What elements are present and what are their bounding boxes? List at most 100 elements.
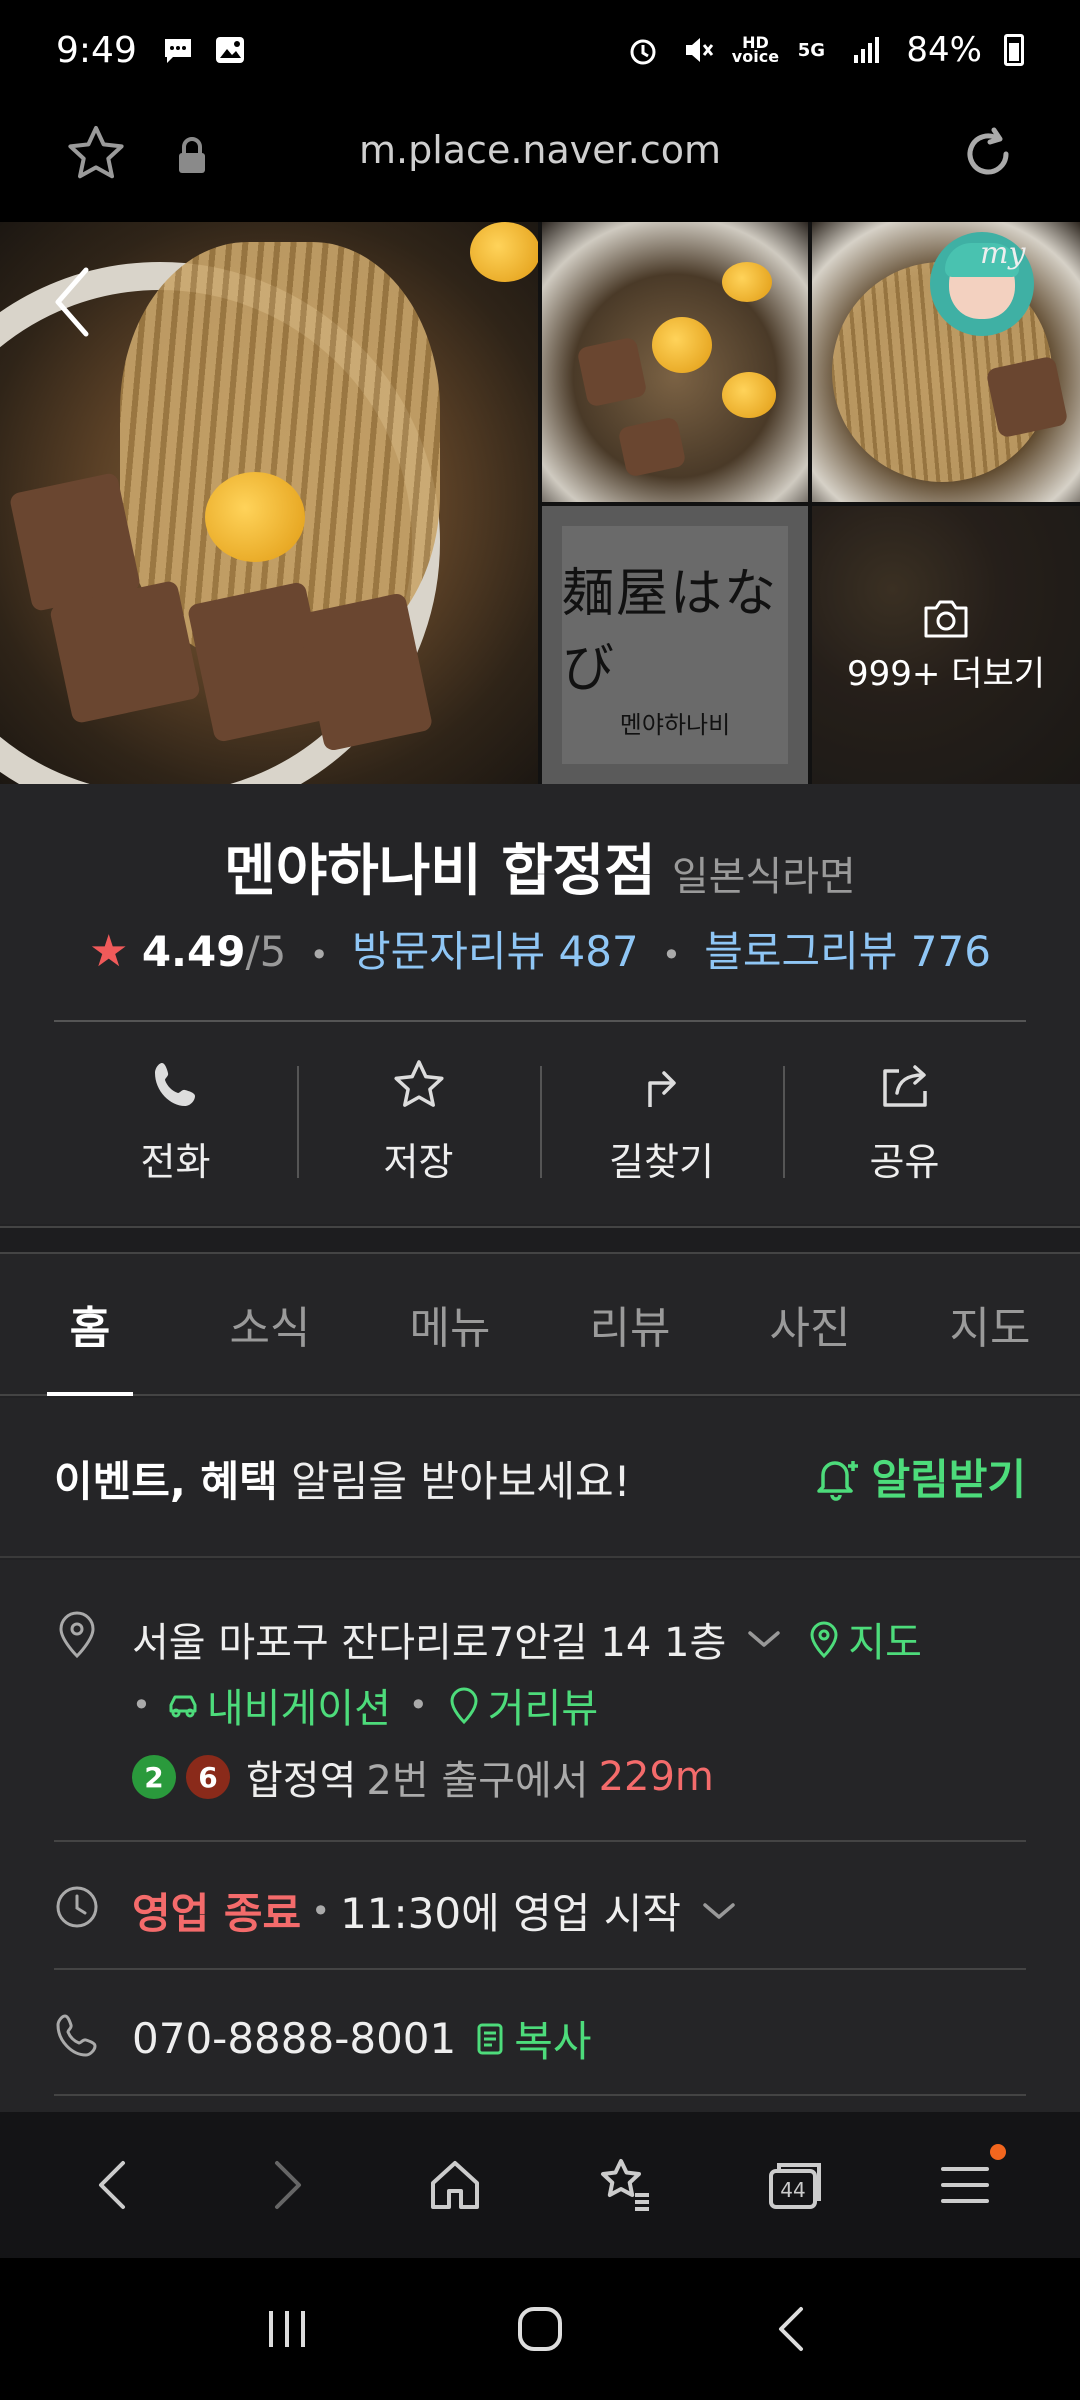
tab-photo[interactable]: 사진 [720, 1254, 900, 1394]
directions-icon [647, 1070, 676, 1107]
system-back-icon[interactable] [765, 2301, 821, 2357]
recent-apps-icon[interactable] [259, 2301, 315, 2357]
tab-news[interactable]: 소식 [180, 1254, 360, 1394]
exit-text: 2번 출구에서 [366, 1758, 589, 1804]
tab-map[interactable]: 지도 [900, 1254, 1080, 1394]
clock-icon [56, 1886, 98, 1928]
chevron-down-icon[interactable] [744, 1625, 784, 1653]
camera-icon [924, 600, 968, 637]
tab-review[interactable]: 리뷰 [540, 1254, 720, 1394]
call-label: 전화 [140, 1139, 211, 1184]
save-button[interactable]: 저장 [297, 1046, 540, 1196]
home-icon [431, 2161, 479, 2209]
blog-review-link[interactable]: 블로그리뷰 776 [704, 927, 991, 976]
bell-plus-icon [817, 1460, 859, 1501]
logo-kanji: 麺屋はなび [562, 563, 779, 699]
address-text[interactable]: 서울 마포구 잔다리로7안길 14 1층 [132, 1610, 726, 1668]
place-name: 멘야하나비 합정점 [224, 839, 656, 904]
visitor-review-link[interactable]: 방문자리뷰 487 [352, 927, 639, 976]
save-label: 저장 [383, 1139, 454, 1184]
phone-number[interactable]: 070-8888-8001 [132, 2014, 456, 2063]
map-link-label: 지도 [848, 1620, 922, 1666]
chevron-down-icon[interactable] [699, 1897, 739, 1925]
alarm-icon [626, 33, 660, 67]
battery-percent: 84% [906, 30, 982, 70]
back-button[interactable] [70, 2140, 160, 2230]
back-arrow-icon[interactable] [48, 262, 96, 342]
logo-photo[interactable]: 麺屋はなび 멘야하나비 [542, 506, 808, 784]
navigation-label: 내비게이션 [206, 1686, 391, 1732]
photo-thumbnail[interactable] [542, 222, 808, 502]
call-button[interactable]: 전화 [54, 1046, 297, 1196]
subscribe-button[interactable]: 알림받기 [811, 1446, 1026, 1507]
chat-icon [161, 33, 195, 67]
forward-icon [275, 2161, 301, 2209]
home-circle-icon[interactable] [512, 2301, 568, 2357]
tabs-button[interactable]: 44 [750, 2140, 840, 2230]
tabs-icon: 44 [769, 2163, 821, 2209]
mute-icon [682, 33, 716, 67]
home-button[interactable] [410, 2140, 500, 2230]
station-name: 합정역 [246, 1758, 357, 1804]
copy-label: 복사 [514, 2017, 592, 2066]
divider [54, 2094, 1026, 2096]
phone-row: 070-8888-8001 복사 [132, 2008, 592, 2069]
map-link[interactable]: 지도 [806, 1610, 922, 1668]
photo-gallery: 麺屋はなび 멘야하나비 999+ 더보기 [0, 222, 1080, 784]
notice-message: 이벤트, 혜택 알림을 받아보세요! [54, 1448, 630, 1509]
streetview-label: 거리뷰 [487, 1686, 599, 1732]
subway-row: 2 6 합정역 2번 출구에서 229m [132, 1748, 714, 1806]
address-bar: m.place.naver.com [0, 100, 1080, 222]
action-bar: 전화 저장 길찾기 공유 [54, 1046, 1026, 1196]
place-title: 멘야하나비 합정점 일본식라면 [0, 826, 1080, 907]
place-tabs: 홈 소식 메뉴 리뷰 사진 지도 [0, 1254, 1080, 1396]
navigation-link[interactable]: 내비게이션 [165, 1676, 391, 1734]
distance-text: 229m [598, 1754, 714, 1800]
streetview-pin-icon [450, 1687, 478, 1725]
directions-label: 길찾기 [609, 1139, 714, 1184]
phone-outline-icon [56, 2014, 97, 2057]
hours-row[interactable]: 영업 종료 • 11:30에 영업 시작 [132, 1880, 739, 1941]
main-photo[interactable] [0, 222, 538, 784]
notification-banner: 이벤트, 혜택 알림을 받아보세요! 알림받기 [0, 1398, 1080, 1558]
share-button[interactable]: 공유 [783, 1046, 1026, 1196]
tab-home[interactable]: 홈 [0, 1254, 180, 1396]
separator-dot: • [311, 1891, 331, 1930]
place-category: 일본식라면 [671, 854, 856, 900]
rating-star-icon: ★ [89, 926, 129, 977]
notice-highlight: 이벤트, 혜택 [54, 1457, 278, 1506]
location-pin-icon [59, 1611, 95, 1659]
opening-time: 11:30에 영업 시작 [340, 1889, 682, 1938]
place-summary: 멘야하나비 합정점 일본식라면 ★ 4.49/5 • 방문자리뷰 487 • 블로… [0, 784, 1080, 1224]
copy-icon [477, 2023, 503, 2054]
forward-button[interactable] [240, 2140, 330, 2230]
divider [54, 1840, 1026, 1842]
rating-max: /5 [245, 927, 287, 976]
copy-button[interactable]: 복사 [472, 2008, 592, 2069]
menu-button[interactable] [920, 2140, 1010, 2230]
tab-menu[interactable]: 메뉴 [360, 1254, 540, 1394]
section-separator [0, 1226, 1080, 1254]
directions-button[interactable]: 길찾기 [540, 1046, 783, 1196]
rating-value: 4.49 [141, 927, 246, 976]
share-label: 공유 [869, 1139, 940, 1184]
browser-toolbar: 44 [0, 2112, 1080, 2258]
bookmarks-button[interactable] [580, 2140, 670, 2230]
more-photos-tile[interactable]: 999+ 더보기 [812, 506, 1080, 784]
back-icon [99, 2161, 125, 2209]
subway-line-badge: 2 [132, 1755, 176, 1799]
system-navigation [0, 2258, 1080, 2400]
streetview-link[interactable]: 거리뷰 [446, 1676, 598, 1734]
navigation-row: • 내비게이션 • 거리뷰 [132, 1676, 598, 1734]
divider [54, 1968, 1026, 1970]
reload-icon[interactable] [954, 120, 1022, 188]
hd-voice-icon: HD voice [731, 33, 780, 66]
5g-icon: 5G [797, 39, 826, 61]
share-icon [882, 1064, 927, 1107]
tabs-count: 44 [780, 2178, 805, 2202]
status-time: 9:49 [56, 29, 137, 71]
status-bar: 9:49 HD voice 5G 84% [0, 0, 1080, 100]
url-field[interactable]: m.place.naver.com [0, 128, 1080, 172]
divider [54, 1020, 1026, 1022]
subscribe-label: 알림받기 [871, 1455, 1026, 1504]
